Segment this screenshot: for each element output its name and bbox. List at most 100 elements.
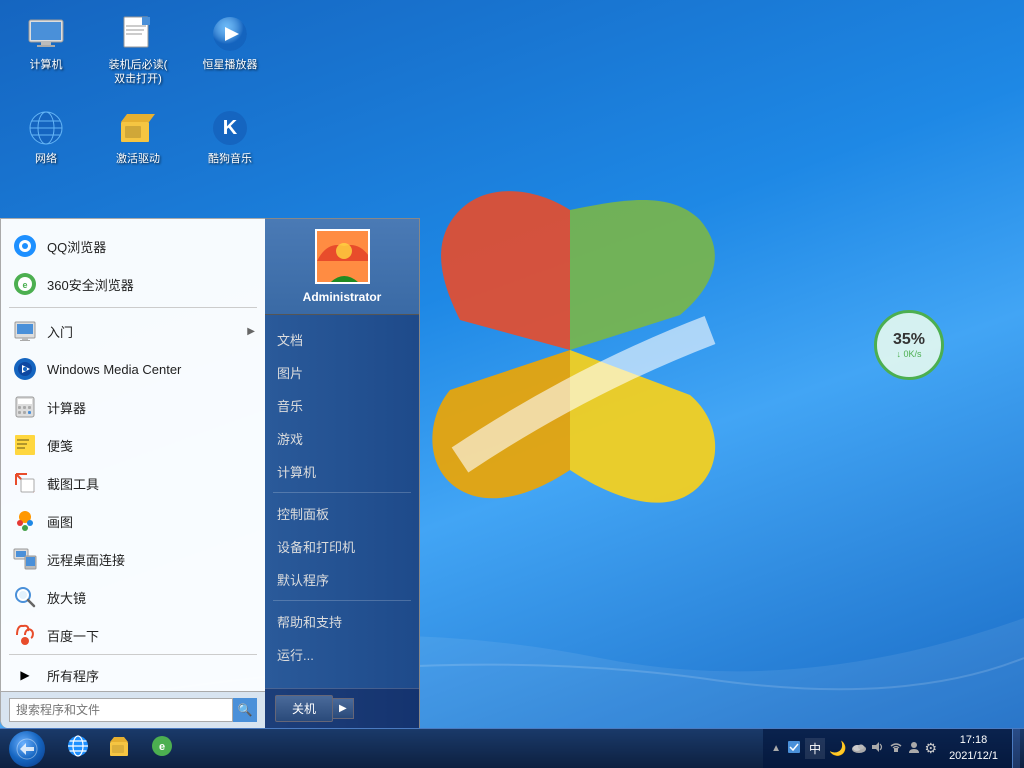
tray-icon-network[interactable] (889, 740, 903, 757)
sticky-notes-icon (11, 431, 39, 459)
right-item-documents[interactable]: 文档 (265, 323, 419, 356)
right-item-control-panel[interactable]: 控制面板 (265, 497, 419, 530)
network-icon (26, 108, 66, 148)
system-clock[interactable]: 17:18 2021/12/1 (941, 731, 1006, 766)
start-divider-1 (9, 307, 257, 308)
start-item-qq-browser[interactable]: QQ浏览器 (1, 227, 265, 265)
right-item-default-programs[interactable]: 默认程序 (265, 563, 419, 596)
qq-browser-label: QQ浏览器 (47, 237, 255, 256)
start-item-intro[interactable]: 入门 ▶ (1, 312, 265, 350)
desktop-icon-computer[interactable]: 计算机 (10, 10, 82, 91)
system-tray: ▲ 中 🌙 (763, 729, 1012, 768)
search-button[interactable]: 🔍 (233, 698, 257, 722)
start-divider-2 (9, 654, 257, 655)
tray-icon-user[interactable] (907, 740, 921, 757)
user-section: Administrator (265, 219, 419, 315)
network-label: 网络 (35, 152, 57, 166)
taskbar-ie2-icon: e (150, 734, 174, 764)
start-item-remote[interactable]: 远程桌面连接 (1, 540, 265, 578)
tray-icon-volume[interactable] (871, 740, 885, 757)
taskbar-app-explorer[interactable] (100, 732, 140, 766)
user-avatar (315, 229, 370, 284)
desktop-icon-post-install[interactable]: 装机后必读( 双击打开) (102, 10, 174, 91)
tray-icon-cloud[interactable] (851, 741, 867, 757)
speed-widget: 35% ↓ 0K/s (874, 310, 944, 380)
360-browser-icon: e (11, 270, 39, 298)
svg-text:K: K (223, 117, 238, 139)
intro-arrow: ▶ (247, 326, 255, 337)
start-item-media-center[interactable]: Windows Media Center (1, 350, 265, 388)
sticky-notes-label: 便笺 (47, 436, 255, 455)
360-browser-label: 360安全浏览器 (47, 275, 255, 294)
search-input[interactable] (9, 698, 233, 722)
right-item-help[interactable]: 帮助和支持 (265, 605, 419, 638)
tray-icon-checkbox[interactable] (787, 740, 801, 757)
desktop-icon-network[interactable]: 网络 (10, 104, 82, 170)
start-menu-left: QQ浏览器 e 360安全浏览器 (0, 218, 265, 728)
desktop: 计算机 装机后必读( 双击打开) (0, 0, 1024, 768)
magnifier-label: 放大镜 (47, 588, 255, 607)
right-item-games[interactable]: 游戏 (265, 422, 419, 455)
right-divider-2 (273, 600, 411, 601)
clock-date: 2021/12/1 (949, 749, 998, 764)
taskbar-explorer-icon (108, 734, 132, 764)
input-method[interactable]: 中 (805, 738, 825, 759)
taskbar-ie-icon (66, 734, 90, 764)
tray-expand-arrow[interactable]: ▲ (769, 741, 783, 756)
start-item-paint[interactable]: 画图 (1, 502, 265, 540)
taskbar-app-ie2[interactable]: e (142, 732, 182, 766)
right-item-computer[interactable]: 计算机 (265, 455, 419, 488)
start-menu-right: Administrator 文档 图片 音乐 游戏 计算机 控制面板 设备和打印… (265, 218, 420, 728)
start-search-bar: 🔍 (1, 691, 265, 728)
user-name: Administrator (303, 290, 382, 304)
computer-icon (26, 14, 66, 54)
taskbar-apps: e (58, 729, 182, 768)
right-item-devices[interactable]: 设备和打印机 (265, 530, 419, 563)
post-install-icon (118, 14, 158, 54)
shutdown-arrow-button[interactable]: ▶ (333, 698, 354, 719)
snipping-label: 截图工具 (47, 474, 255, 493)
start-button[interactable] (0, 729, 54, 768)
show-desktop-button[interactable] (1012, 729, 1020, 768)
start-item-sticky-notes[interactable]: 便笺 (1, 426, 265, 464)
desktop-icon-qqmusic[interactable]: K 酷狗音乐 (194, 104, 266, 170)
remote-icon (11, 545, 39, 573)
shutdown-bar: 关机 ▶ (265, 688, 419, 728)
magnifier-icon (11, 583, 39, 611)
taskbar: e ▲ 中 🌙 (0, 728, 1024, 768)
remote-label: 远程桌面连接 (47, 550, 255, 569)
baidu-icon (11, 621, 39, 649)
speed-percent: 35% (893, 331, 925, 349)
paint-label: 画图 (47, 512, 255, 531)
right-item-music[interactable]: 音乐 (265, 389, 419, 422)
tray-icon-moon[interactable]: 🌙 (829, 740, 846, 757)
activate-driver-icon (118, 108, 158, 148)
baidu-label: 百度一下 (47, 626, 255, 645)
start-item-all-programs[interactable]: ▶ 所有程序 (1, 659, 265, 691)
start-item-360-browser[interactable]: e 360安全浏览器 (1, 265, 265, 303)
desktop-icons: 计算机 装机后必读( 双击打开) (10, 10, 266, 178)
start-item-baidu[interactable]: 百度一下 (1, 616, 265, 650)
clock-time: 17:18 (960, 733, 988, 748)
calculator-icon (11, 393, 39, 421)
shutdown-button[interactable]: 关机 (275, 695, 333, 722)
desktop-icon-row-2: 网络 激活驱动 K 酷狗 (10, 104, 266, 170)
svg-text:e: e (159, 741, 165, 753)
start-item-calculator[interactable]: 计算器 (1, 388, 265, 426)
right-item-run[interactable]: 运行... (265, 638, 419, 671)
taskbar-app-ie[interactable] (58, 732, 98, 766)
right-menu-items: 文档 图片 音乐 游戏 计算机 控制面板 设备和打印机 默认程序 帮助和支持 运… (265, 315, 419, 688)
desktop-icon-row-1: 计算机 装机后必读( 双击打开) (10, 10, 266, 91)
start-item-magnifier[interactable]: 放大镜 (1, 578, 265, 616)
activate-driver-label: 激活驱动 (116, 152, 160, 166)
calculator-label: 计算器 (47, 398, 255, 417)
tray-icon-gear[interactable]: ⚙ (925, 740, 938, 757)
desktop-icon-activate-driver[interactable]: 激活驱动 (102, 104, 174, 170)
start-item-snipping[interactable]: 截图工具 (1, 464, 265, 502)
svg-text:e: e (22, 280, 27, 290)
start-items-list: QQ浏览器 e 360安全浏览器 (1, 219, 265, 650)
desktop-icon-media-player[interactable]: 恒星播放器 (194, 10, 266, 91)
speed-value: ↓ 0K/s (896, 349, 921, 359)
start-orb-icon (9, 731, 45, 767)
right-item-pictures[interactable]: 图片 (265, 356, 419, 389)
